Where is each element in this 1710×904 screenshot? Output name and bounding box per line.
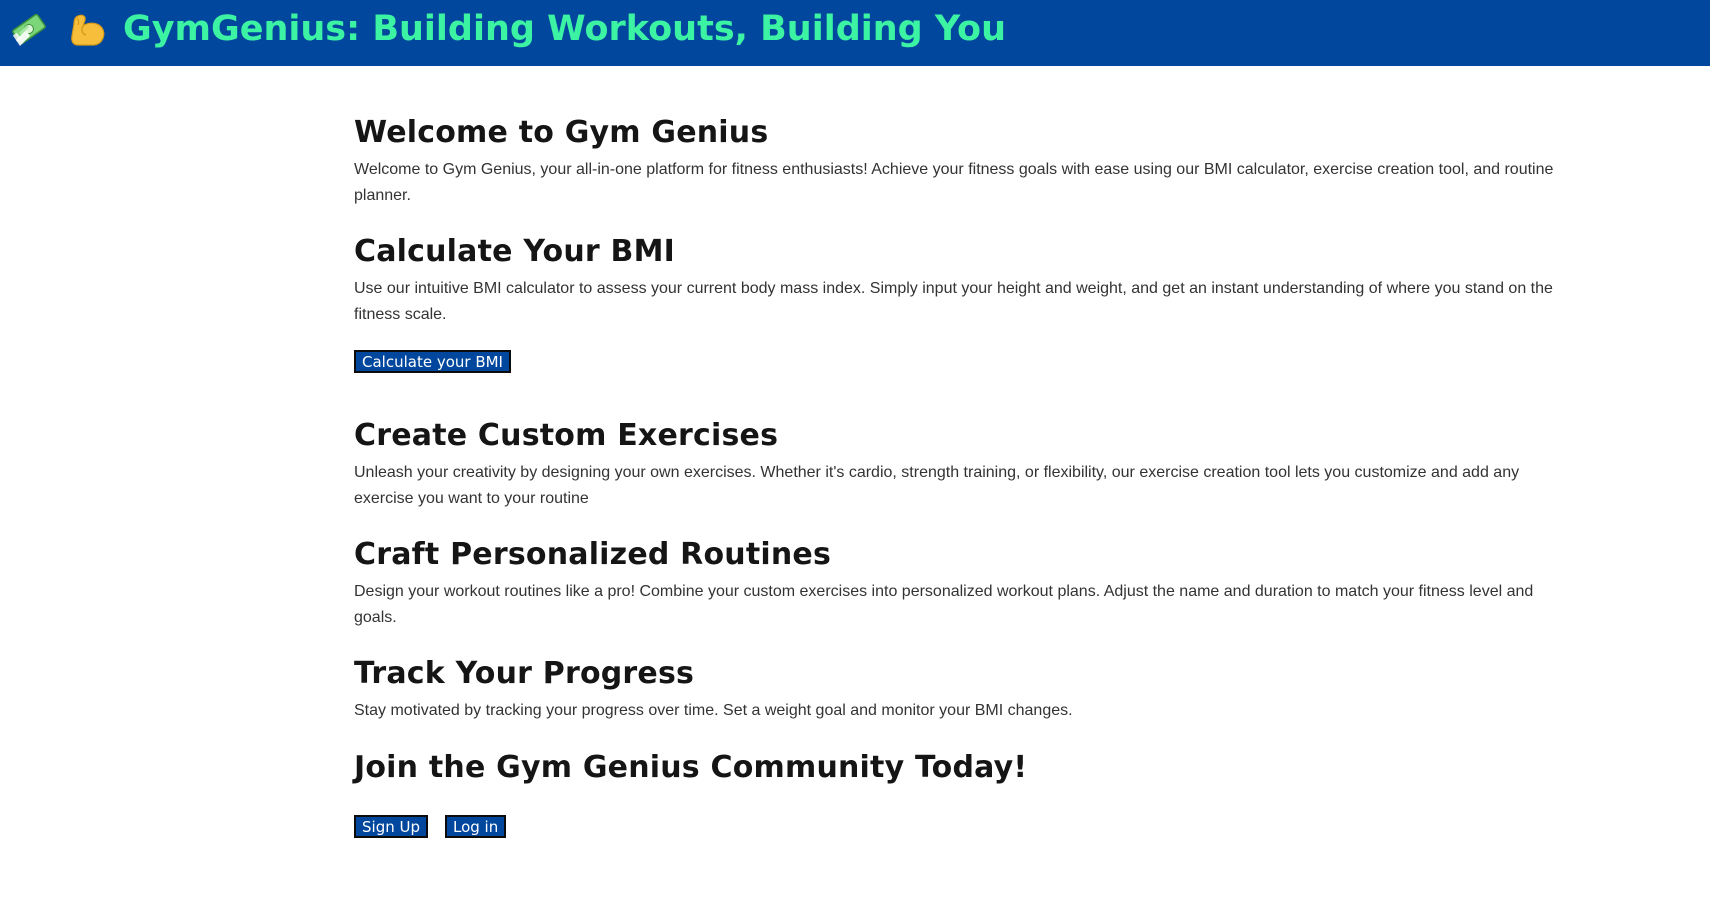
progress-heading: Track Your Progress bbox=[354, 656, 695, 691]
bmi-text: Use our intuitive BMI calculator to asse… bbox=[354, 280, 1553, 323]
bmi-heading: Calculate Your BMI bbox=[354, 234, 676, 269]
routines-section: Craft Personalized Routines Design your … bbox=[354, 534, 1559, 631]
welcome-heading: Welcome to Gym Genius bbox=[354, 115, 769, 150]
top-header-bar: GymGenius: Building Workouts, Building Y… bbox=[0, 0, 1710, 66]
welcome-section: Welcome to Gym Genius Welcome to Gym Gen… bbox=[354, 112, 1559, 209]
join-heading: Join the Gym Genius Community Today! bbox=[354, 750, 1028, 785]
routines-heading: Craft Personalized Routines bbox=[354, 537, 832, 572]
money-icon bbox=[12, 13, 46, 46]
log-in-button[interactable]: Log in bbox=[445, 815, 507, 838]
welcome-text: Welcome to Gym Genius, your all-in-one p… bbox=[354, 161, 1554, 204]
exercises-heading: Create Custom Exercises bbox=[354, 418, 779, 453]
sign-up-button[interactable]: Sign Up bbox=[354, 815, 428, 838]
bmi-section: Calculate Your BMI Use our intuitive BMI… bbox=[354, 231, 1559, 328]
join-section: Join the Gym Genius Community Today! bbox=[354, 747, 1559, 789]
progress-section: Track Your Progress Stay motivated by tr… bbox=[354, 653, 1559, 724]
flexed-biceps-icon bbox=[71, 14, 105, 46]
progress-text: Stay motivated by tracking your progress… bbox=[354, 702, 1073, 719]
routines-text: Design your workout routines like a pro!… bbox=[354, 583, 1534, 626]
exercises-text: Unleash your creativity by designing you… bbox=[354, 464, 1520, 507]
exercises-section: Create Custom Exercises Unleash your cre… bbox=[354, 415, 1559, 512]
calculate-bmi-button[interactable]: Calculate your BMI bbox=[354, 350, 511, 373]
app-title: GymGenius: Building Workouts, Building Y… bbox=[123, 9, 1007, 49]
